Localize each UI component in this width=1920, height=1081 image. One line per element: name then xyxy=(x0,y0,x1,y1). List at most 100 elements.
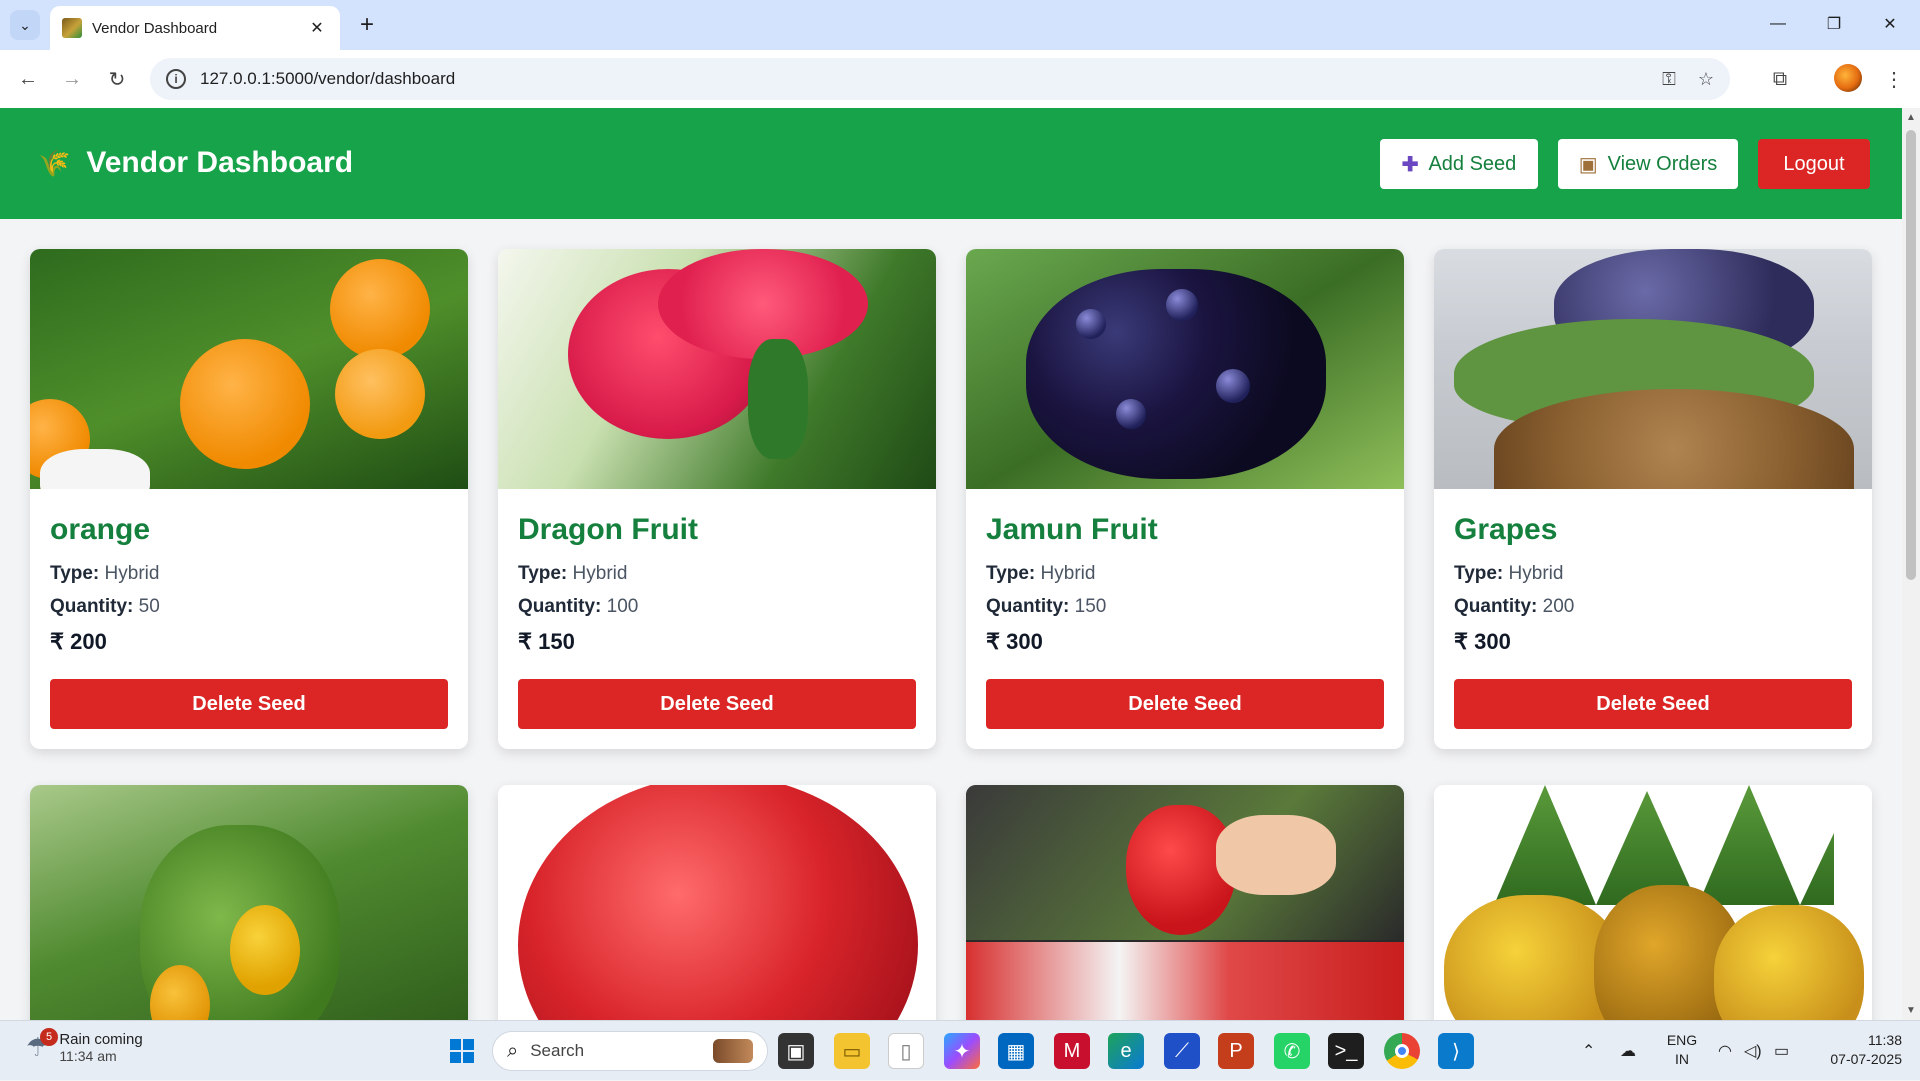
seed-quantity: Quantity: 50 xyxy=(50,596,448,618)
quantity-label: Quantity: xyxy=(986,596,1070,617)
onedrive-icon[interactable]: ☁ xyxy=(1620,1021,1636,1081)
quantity-value: 200 xyxy=(1542,596,1575,617)
clock[interactable]: 11:38 07-07-2025 xyxy=(1816,1031,1902,1069)
seed-card: Grapes Type: Hybrid Quantity: 200 ₹ 300 … xyxy=(1434,249,1872,749)
seed-name: orange xyxy=(50,513,151,546)
vscode-icon[interactable]: ⟩ xyxy=(1438,1033,1474,1069)
type-value: Hybrid xyxy=(1508,563,1564,584)
seed-image xyxy=(30,249,468,489)
search-placeholder: Search xyxy=(530,1041,585,1060)
search-icon: ⌕ xyxy=(507,1039,519,1062)
taskbar-search[interactable]: ⌕ Search xyxy=(492,1031,768,1071)
scroll-up-icon[interactable]: ▲ xyxy=(1906,112,1916,123)
delete-seed-button[interactable]: Delete Seed xyxy=(986,679,1384,729)
type-label: Type: xyxy=(1454,563,1504,584)
seed-card xyxy=(1434,785,1872,1020)
powerpoint-icon[interactable]: P xyxy=(1218,1033,1254,1069)
windows-taskbar: ☂ 5 Rain coming 11:34 am ⌕ Search ▣ ▭ ▯ … xyxy=(0,1020,1920,1080)
weather-badge: 5 xyxy=(40,1028,58,1046)
quantity-value: 150 xyxy=(1074,596,1107,617)
seed-name: Grapes xyxy=(1454,513,1558,546)
scroll-down-icon[interactable]: ▼ xyxy=(1906,1005,1916,1016)
add-seed-button[interactable]: ✚ Add Seed xyxy=(1380,139,1538,189)
wifi-icon[interactable]: ◠ xyxy=(1718,1021,1732,1081)
seed-price: ₹ 200 xyxy=(50,629,107,654)
seed-type: Type: Hybrid xyxy=(986,563,1384,585)
seed-price: ₹ 300 xyxy=(1454,629,1511,654)
seed-image xyxy=(966,249,1404,489)
scroll-thumb[interactable] xyxy=(1906,130,1916,580)
seed-image xyxy=(498,785,936,1020)
seed-card: orange Type: Hybrid Quantity: 50 ₹ 200 D… xyxy=(30,249,468,749)
lang-line2: IN xyxy=(1675,1051,1689,1067)
close-window-button[interactable]: ✕ xyxy=(1862,0,1918,48)
seed-quantity: Quantity: 100 xyxy=(518,596,916,618)
chrome-icon[interactable] xyxy=(1384,1033,1420,1069)
quantity-label: Quantity: xyxy=(518,596,602,617)
delete-seed-button[interactable]: Delete Seed xyxy=(50,679,448,729)
terminal-icon[interactable]: >_ xyxy=(1328,1033,1364,1069)
quantity-value: 100 xyxy=(606,596,639,617)
restore-button[interactable]: ❐ xyxy=(1806,0,1862,48)
profile-avatar[interactable] xyxy=(1834,64,1862,92)
type-value: Hybrid xyxy=(1040,563,1096,584)
type-value: Hybrid xyxy=(104,563,160,584)
new-tab-button[interactable]: + xyxy=(352,10,382,40)
logout-button[interactable]: Logout xyxy=(1758,139,1870,189)
tab-favicon-icon xyxy=(62,18,82,38)
seed-price: ₹ 300 xyxy=(986,629,1043,654)
minimize-button[interactable]: — xyxy=(1750,0,1806,48)
language-indicator[interactable]: ENG IN xyxy=(1664,1031,1700,1069)
task-view-icon[interactable]: ▣ xyxy=(778,1033,814,1069)
seed-type: Type: Hybrid xyxy=(518,563,916,585)
seed-image xyxy=(30,785,468,1020)
site-info-icon[interactable]: i xyxy=(166,69,186,89)
tab-title: Vendor Dashboard xyxy=(92,19,218,37)
extensions-icon[interactable]: ⧉ xyxy=(1764,63,1796,95)
password-key-icon[interactable]: ⚿ xyxy=(1662,69,1676,90)
browser-toolbar: ← → ↻ i 127.0.0.1:5000/vendor/dashboard … xyxy=(0,50,1920,108)
file-explorer-icon[interactable]: ▭ xyxy=(834,1033,870,1069)
type-value: Hybrid xyxy=(572,563,628,584)
delete-seed-button[interactable]: Delete Seed xyxy=(518,679,916,729)
volume-icon[interactable]: ◁) xyxy=(1744,1021,1762,1081)
quantity-value: 50 xyxy=(138,596,160,617)
notepad-icon[interactable]: ▯ xyxy=(888,1033,924,1069)
browser-tab[interactable]: Vendor Dashboard ✕ xyxy=(50,6,340,50)
app-icon[interactable]: ⟋ xyxy=(1164,1033,1200,1069)
package-icon: ▣ xyxy=(1578,153,1598,176)
add-seed-label: Add Seed xyxy=(1428,152,1517,175)
tab-search-button[interactable]: ⌄ xyxy=(10,10,40,40)
whatsapp-icon[interactable]: ✆ xyxy=(1274,1033,1310,1069)
browser-tab-strip: ⌄ Vendor Dashboard ✕ + — ❐ ✕ xyxy=(0,0,1920,50)
address-bar[interactable]: i 127.0.0.1:5000/vendor/dashboard ⚿ ☆ xyxy=(150,58,1730,100)
bookmark-star-icon[interactable]: ☆ xyxy=(1698,69,1714,90)
seed-image xyxy=(966,785,1404,1020)
page-scrollbar[interactable]: ▲ ▼ xyxy=(1902,108,1920,1020)
back-button[interactable]: ← xyxy=(12,63,44,95)
reload-button[interactable]: ↻ xyxy=(101,63,133,95)
tab-close-icon[interactable]: ✕ xyxy=(306,18,328,38)
forward-button[interactable]: → xyxy=(56,63,88,95)
battery-icon[interactable]: ▭ xyxy=(1774,1021,1789,1081)
page-title: Vendor Dashboard xyxy=(86,146,354,179)
show-hidden-icons[interactable]: ⌃ xyxy=(1582,1021,1595,1081)
seed-card: Jamun Fruit Type: Hybrid Quantity: 150 ₹… xyxy=(966,249,1404,749)
mcafee-icon[interactable]: M xyxy=(1054,1033,1090,1069)
seed-quantity: Quantity: 150 xyxy=(986,596,1384,618)
seed-card: Dragon Fruit Type: Hybrid Quantity: 100 … xyxy=(498,249,936,749)
weather-time: 11:34 am xyxy=(59,1048,117,1064)
start-button[interactable] xyxy=(444,1033,480,1069)
view-orders-button[interactable]: ▣ View Orders xyxy=(1558,139,1738,189)
seed-card xyxy=(30,785,468,1020)
type-label: Type: xyxy=(986,563,1036,584)
copilot-icon[interactable]: ✦ xyxy=(944,1033,980,1069)
url-text[interactable]: 127.0.0.1:5000/vendor/dashboard xyxy=(200,69,1640,89)
delete-seed-button[interactable]: Delete Seed xyxy=(1454,679,1852,729)
browser-menu-icon[interactable]: ⋮ xyxy=(1878,63,1910,95)
store-icon[interactable]: ▦ xyxy=(998,1033,1034,1069)
umbrella-icon: ☂ 5 xyxy=(26,1028,58,1063)
edge-icon[interactable]: e xyxy=(1108,1033,1144,1069)
seed-image xyxy=(1434,785,1872,1020)
weather-widget[interactable]: ☂ 5 Rain coming 11:34 am xyxy=(26,1028,143,1064)
